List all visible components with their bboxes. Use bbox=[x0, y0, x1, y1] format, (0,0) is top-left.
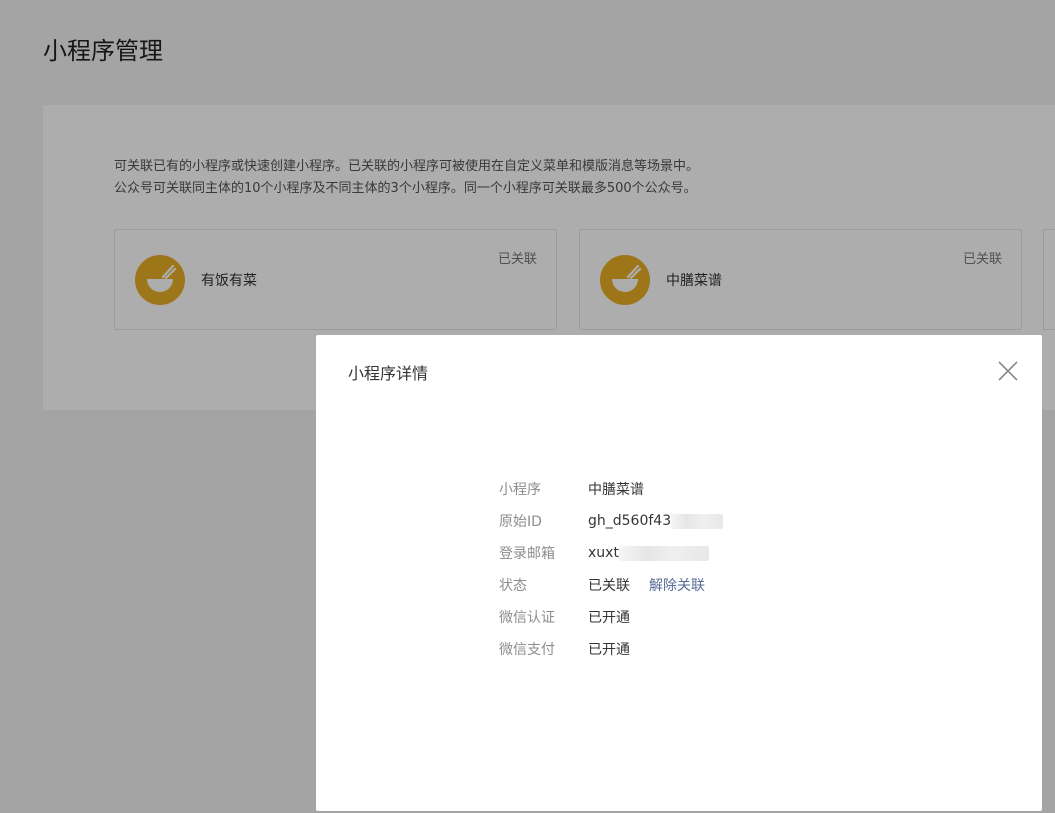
detail-row-mini-program: 小程序 中膳菜谱 bbox=[499, 473, 723, 505]
detail-value-wrap: xuxt bbox=[588, 545, 709, 561]
detail-value: 已开通 bbox=[588, 642, 630, 658]
detail-label: 小程序 bbox=[499, 482, 541, 498]
detail-value: 已关联 bbox=[588, 578, 630, 594]
detail-row-original-id: 原始ID gh_d560f43 bbox=[499, 505, 724, 537]
mini-program-detail-dialog: 小程序详情 小程序 中膳菜谱 原始ID gh_d560f43 登录邮箱 xuxt bbox=[316, 335, 1042, 811]
redacted-block bbox=[618, 545, 709, 561]
detail-label: 微信支付 bbox=[499, 642, 555, 658]
detail-value-wrap: gh_d560f43 bbox=[588, 513, 724, 529]
dialog-title: 小程序详情 bbox=[348, 364, 429, 383]
detail-row-email: 登录邮箱 xuxt bbox=[499, 537, 723, 569]
close-icon[interactable] bbox=[994, 357, 1022, 385]
detail-value: 中膳菜谱 bbox=[588, 482, 644, 498]
detail-label: 登录邮箱 bbox=[499, 546, 555, 562]
detail-label: 原始ID bbox=[499, 514, 542, 530]
detail-label: 微信认证 bbox=[499, 610, 555, 626]
detail-value: xuxt bbox=[588, 545, 619, 561]
unlink-button[interactable]: 解除关联 bbox=[649, 575, 705, 595]
detail-row-wechat-pay: 微信支付 已开通 bbox=[499, 633, 723, 665]
redacted-block bbox=[671, 513, 724, 529]
detail-label: 状态 bbox=[499, 578, 527, 594]
detail-value-wrap: 已关联 解除关联 bbox=[588, 575, 705, 595]
detail-row-status: 状态 已关联 解除关联 bbox=[499, 569, 723, 601]
detail-list: 小程序 中膳菜谱 原始ID gh_d560f43 登录邮箱 xuxt 状态 已关… bbox=[499, 473, 724, 665]
detail-value: 已开通 bbox=[588, 610, 630, 626]
detail-row-wechat-verify: 微信认证 已开通 bbox=[499, 601, 723, 633]
detail-value: gh_d560f43 bbox=[588, 513, 672, 529]
